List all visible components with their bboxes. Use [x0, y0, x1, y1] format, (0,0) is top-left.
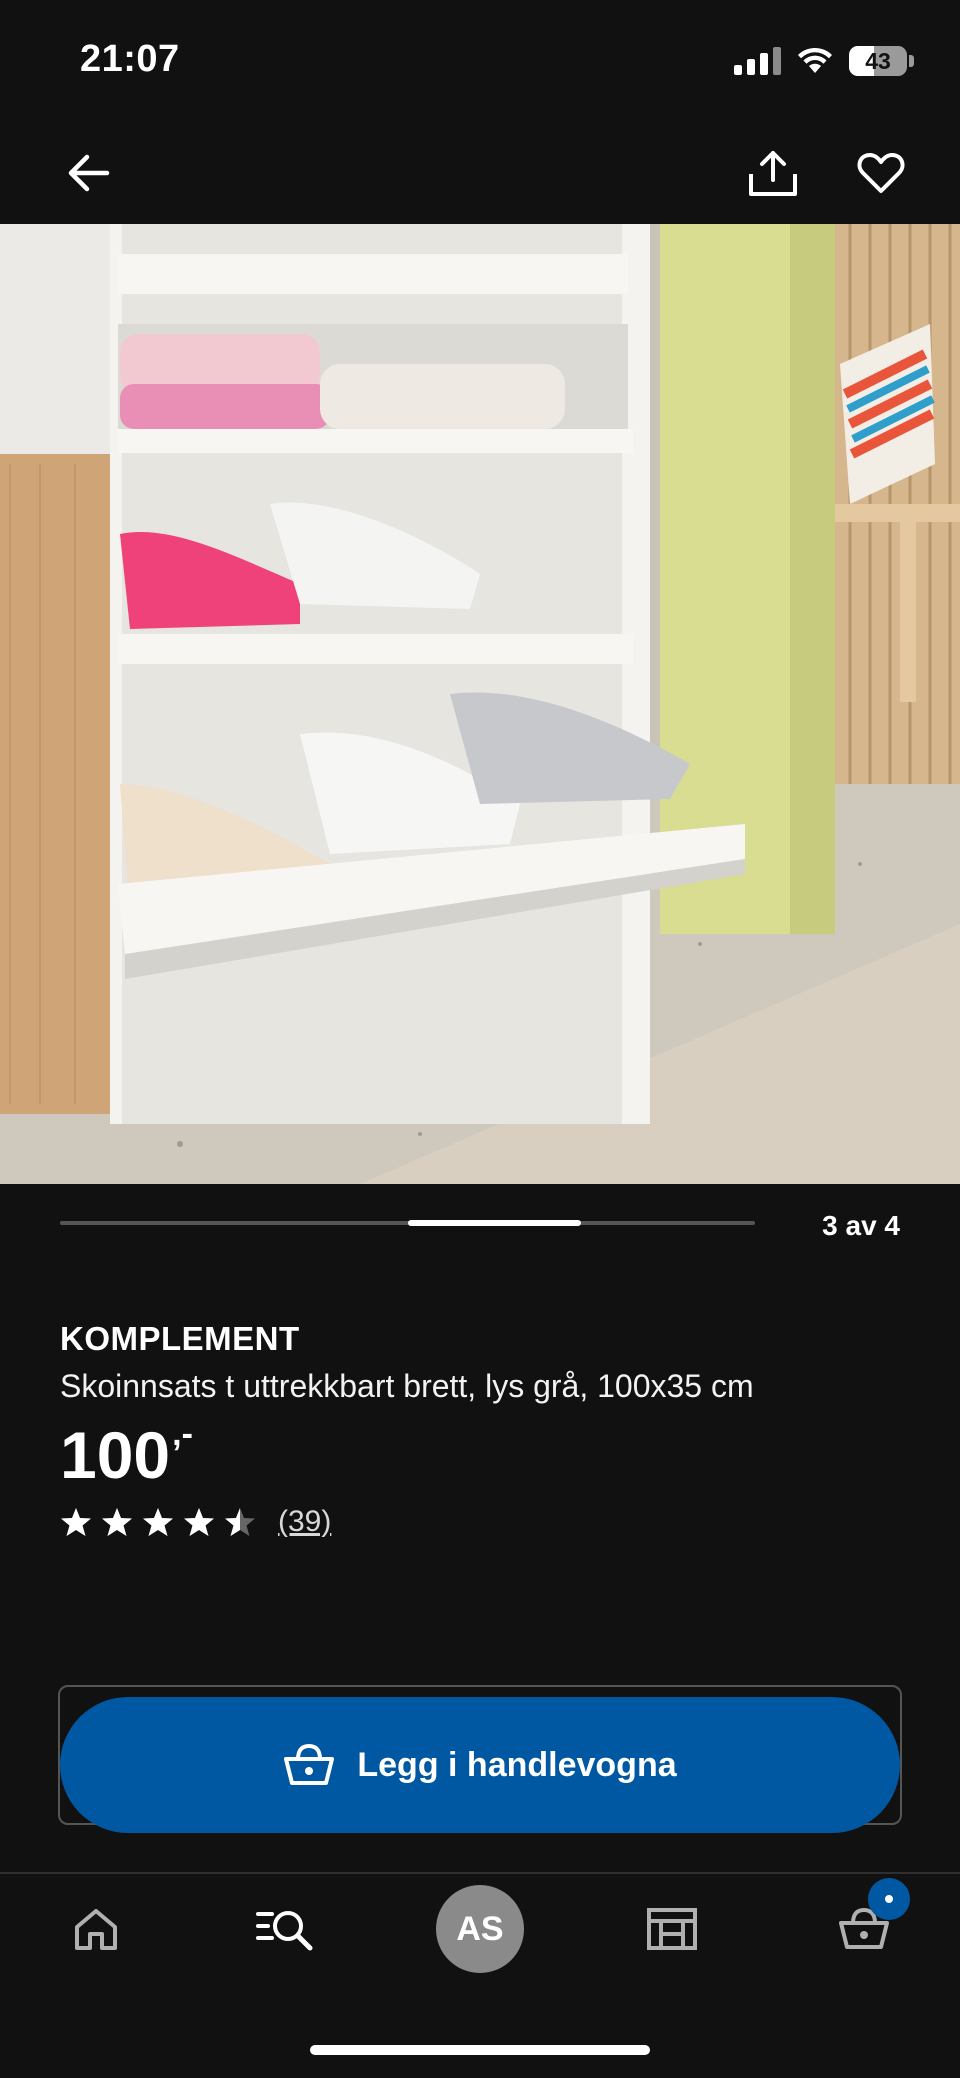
back-button[interactable]	[54, 138, 124, 208]
product-brand: KOMPLEMENT	[60, 1320, 300, 1357]
product-info: KOMPLEMENT Skoinnsats t uttrekkbart bret…	[60, 1320, 900, 1539]
battery-icon: 43	[849, 46, 914, 76]
star-icon	[61, 1508, 91, 1536]
image-carousel-indicator: 3 av 4	[60, 1210, 900, 1241]
home-indicator[interactable]	[310, 2045, 650, 2055]
product-image[interactable]	[0, 224, 960, 1184]
avatar: AS	[436, 1885, 524, 1973]
search-list-icon	[256, 1911, 313, 1951]
tab-cart[interactable]	[804, 1874, 924, 1984]
product-description: Skoinnsats t uttrekkbart brett, lys grå,…	[60, 1368, 754, 1404]
price-suffix: ,-	[172, 1415, 193, 1453]
favorite-button[interactable]	[846, 138, 916, 208]
battery-level: 43	[865, 48, 891, 74]
share-button[interactable]	[738, 138, 808, 208]
back-arrow-icon	[68, 154, 110, 192]
status-time: 21:07	[80, 38, 180, 80]
tab-search[interactable]	[226, 1874, 346, 1984]
signal-icon	[734, 47, 781, 75]
star-icon	[102, 1508, 132, 1536]
star-icon	[143, 1508, 173, 1536]
store-icon	[647, 1908, 697, 1950]
product-rating[interactable]: (39)	[60, 1505, 900, 1539]
product-price: 100 ,-	[60, 1415, 900, 1492]
price-value: 100	[60, 1418, 171, 1492]
carousel-active-segment	[407, 1220, 582, 1226]
add-to-cart-label: Legg i handlevogna	[357, 1745, 677, 1784]
status-icons: 43	[734, 44, 914, 78]
status-bar: 21:07 43	[0, 0, 960, 120]
basket-icon	[284, 1743, 335, 1785]
heart-icon	[857, 153, 905, 193]
product-photo-illustration	[0, 224, 960, 1184]
rating-stars	[60, 1506, 256, 1538]
star-icon	[184, 1508, 214, 1536]
review-count-link[interactable]: (39)	[278, 1505, 331, 1539]
tab-profile[interactable]: AS	[420, 1874, 540, 1984]
wifi-icon	[798, 47, 832, 73]
bottom-tab-bar: AS	[0, 1874, 960, 1984]
star-icon	[225, 1508, 255, 1536]
image-counter: 3 av 4	[822, 1210, 900, 1241]
share-icon	[749, 151, 797, 196]
cart-badge	[868, 1878, 910, 1920]
home-icon	[75, 1909, 117, 1950]
top-nav	[0, 120, 960, 224]
add-to-cart-button[interactable]: Legg i handlevogna	[60, 1697, 900, 1833]
tab-home[interactable]	[36, 1874, 156, 1984]
tab-stores[interactable]	[612, 1874, 732, 1984]
carousel-track	[60, 1220, 755, 1226]
